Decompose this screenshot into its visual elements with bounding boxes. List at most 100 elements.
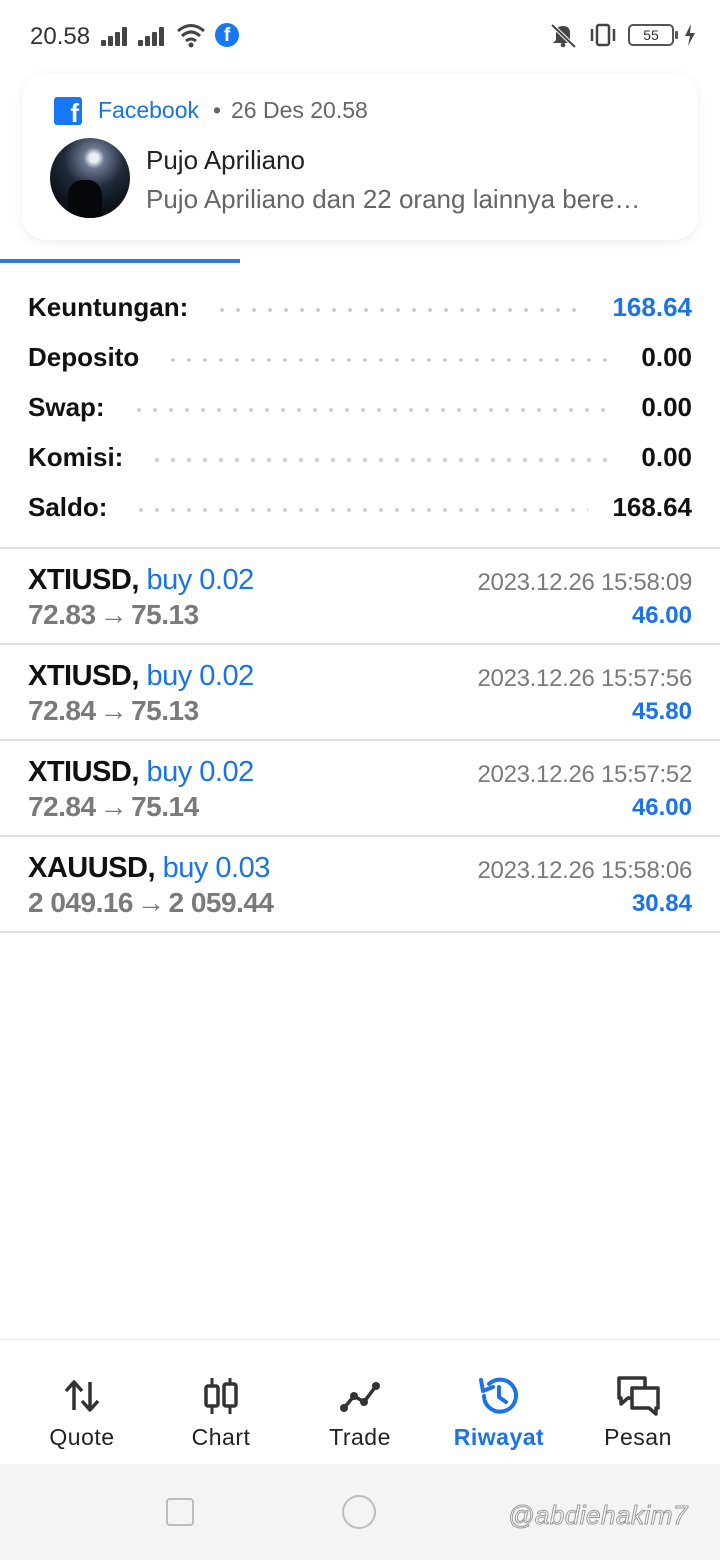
notification-time: 26 Des 20.58 [231, 97, 368, 123]
deal-side: buy 0.02 [146, 756, 254, 788]
deal-side: buy 0.02 [146, 564, 254, 596]
summary-value: 168.64 [612, 491, 692, 522]
nav-item-history[interactable]: Riwayat [427, 1340, 571, 1465]
nav-item-messages[interactable]: Pesan [566, 1340, 710, 1465]
deal-time: 2023.12.26 15:57:52 [477, 761, 692, 788]
deal-prices: 72.84 → 75.13 [28, 695, 199, 727]
leader-dots [165, 357, 618, 363]
summary-value: 0.00 [641, 341, 692, 372]
system-nav-bar: @abdiehakim7 [0, 1464, 720, 1560]
home-button[interactable] [342, 1495, 376, 1529]
nav-label: Pesan [604, 1424, 672, 1450]
vibrate-icon [590, 23, 616, 47]
deal-symbol: XAUUSD, [28, 852, 156, 884]
list-item[interactable]: XAUUSD, buy 0.03 2 049.16 → 2 059.44 2023.… [0, 837, 720, 933]
summary-value: 0.00 [641, 391, 692, 422]
arrow-right-icon: → [99, 695, 128, 726]
deal-time: 2023.12.26 15:58:06 [477, 857, 692, 884]
list-item[interactable]: XTIUSD, buy 0.02 72.84 → 75.13 2023.12.26 … [0, 645, 720, 741]
summary-value: 168.64 [612, 291, 692, 322]
deal-side: buy 0.03 [162, 852, 271, 884]
deal-profit: 30.84 [631, 890, 692, 917]
summary-label: Saldo: [28, 491, 108, 522]
deal-close-price: 75.14 [131, 791, 199, 822]
nav-item-quote[interactable]: Quote [10, 1340, 154, 1465]
leader-dots [133, 507, 589, 513]
arrow-right-icon: → [137, 887, 165, 918]
avatar [50, 138, 130, 218]
deal-prices: 72.83 → 75.13 [28, 599, 199, 631]
leader-dots [149, 457, 618, 463]
deal-symbol-line: XTIUSD, buy 0.02 [28, 756, 254, 789]
summary-row-commission: Komisi: 0.00 [0, 432, 720, 482]
list-item[interactable]: XTIUSD, buy 0.02 72.84 → 75.14 2023.12.26 … [0, 741, 720, 837]
deal-symbol: XTIUSD, [28, 564, 139, 596]
summary-value: 0.00 [641, 441, 692, 472]
history-icon [479, 1377, 518, 1414]
nav-item-trade[interactable]: Trade [288, 1340, 432, 1465]
deal-open-price: 2 049.16 [28, 887, 134, 918]
nav-label: Chart [191, 1424, 251, 1450]
summary-row-balance: Saldo: 168.64 [0, 482, 720, 532]
deal-symbol-line: XAUUSD, buy 0.03 [28, 852, 270, 885]
deal-profit: 45.80 [631, 698, 692, 725]
nav-label: Quote [49, 1424, 115, 1450]
deal-close-price: 2 059.44 [168, 887, 275, 918]
signal-icon [101, 26, 131, 46]
deal-open-price: 72.84 [28, 695, 96, 726]
leader-dots [214, 307, 589, 313]
tab-indicator [0, 259, 240, 263]
summary-row-profit: Keuntungan: 168.64 [0, 282, 720, 332]
history-summary: Keuntungan: 168.64 Deposito 0.00 Swap: 0… [0, 282, 720, 532]
signal-icon [138, 26, 168, 46]
deal-symbol-line: XTIUSD, buy 0.02 [28, 660, 254, 693]
watermark: @abdiehakim7 [508, 1500, 688, 1531]
status-right: 55 [548, 22, 696, 48]
deal-profit: 46.00 [631, 794, 692, 821]
status-bar: 20.58 f 55 [0, 0, 720, 72]
list-item[interactable]: XTIUSD, buy 0.02 72.83 → 75.13 2023.12.26 … [0, 549, 720, 645]
arrow-right-icon: → [99, 599, 128, 630]
nav-item-chart[interactable]: Chart [149, 1340, 293, 1465]
summary-row-swap: Swap: 0.00 [0, 382, 720, 432]
nav-label: Trade [329, 1424, 391, 1450]
facebook-app-icon: f [54, 97, 82, 125]
notification-separator: • [213, 97, 222, 123]
deal-close-price: 75.13 [131, 599, 199, 630]
trade-line-icon [340, 1382, 380, 1412]
notification-title: Pujo Apriliano [146, 145, 305, 175]
arrow-right-icon: → [99, 791, 128, 822]
deal-profit: 46.00 [631, 602, 692, 629]
leader-dots [130, 407, 618, 413]
recents-button[interactable] [166, 1498, 194, 1526]
bottom-nav: Quote Chart Trade Riwayat Pesan [0, 1339, 720, 1464]
notification-app-name: Facebook [98, 97, 200, 123]
deal-time: 2023.12.26 15:58:09 [477, 569, 692, 596]
deal-open-price: 72.84 [28, 791, 96, 822]
deal-symbol-line: XTIUSD, buy 0.02 [28, 564, 254, 597]
deal-time: 2023.12.26 15:57:56 [477, 665, 692, 692]
deal-symbol: XTIUSD, [28, 756, 139, 788]
wifi-icon [177, 24, 205, 48]
deal-prices: 72.84 → 75.14 [28, 791, 199, 823]
summary-label: Deposito [28, 341, 140, 372]
deal-close-price: 75.13 [131, 695, 199, 726]
notification-card[interactable]: f Facebook • 26 Des 20.58 Pujo Apriliano… [22, 74, 698, 240]
facebook-notification-icon: f [215, 23, 239, 47]
deal-prices: 2 049.16 → 2 059.44 [28, 887, 274, 919]
summary-label: Swap: [28, 391, 105, 422]
summary-label: Komisi: [28, 441, 124, 472]
candlestick-icon [204, 1378, 238, 1414]
vibrate-off-icon [550, 23, 577, 48]
chat-bubbles-icon [617, 1376, 660, 1416]
notification-body: Pujo Apriliano dan 22 orang lainnya bere… [146, 184, 641, 214]
nav-label: Riwayat [453, 1424, 545, 1450]
quote-arrows-icon [64, 1380, 100, 1412]
deal-symbol: XTIUSD, [28, 660, 139, 692]
summary-label: Keuntungan: [28, 291, 189, 322]
status-time: 20.58 [30, 23, 91, 50]
deals-list: XTIUSD, buy 0.02 72.83 → 75.13 2023.12.26 … [0, 549, 720, 933]
battery-icon: 55 [628, 24, 678, 46]
deal-open-price: 72.83 [28, 599, 96, 630]
deal-side: buy 0.02 [146, 660, 254, 692]
